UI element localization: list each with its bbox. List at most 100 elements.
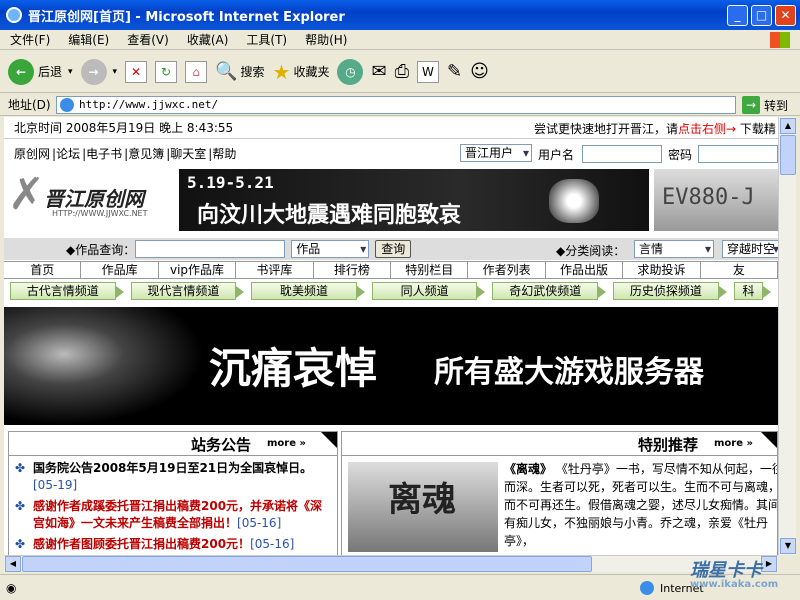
go-button[interactable]: 转到 — [764, 97, 788, 114]
horizontal-scrollbar[interactable]: ◀ ▶ — [4, 555, 778, 572]
channel-danmei[interactable]: 耽美频道 — [251, 282, 365, 300]
announcement-date: [05-16] — [237, 516, 282, 530]
print-icon[interactable]: ⎙ — [395, 61, 409, 82]
search-query-label: ◆作品查询： — [66, 242, 136, 257]
vertical-scrollbar[interactable]: ▲ ▼ — [778, 117, 796, 555]
search-icon: 🔍 — [215, 61, 238, 82]
more-label: more — [714, 438, 744, 449]
menu-bar: 文件(F) 编辑(E) 查看(V) 收藏(A) 工具(T) 帮助(H) — [0, 30, 800, 50]
download-link[interactable]: 下载精 — [740, 122, 776, 136]
link-original[interactable]: 原创网 — [14, 147, 50, 161]
link-forum[interactable]: 论坛 — [56, 147, 80, 161]
maximize-button[interactable]: □ — [751, 5, 772, 26]
back-dropdown-icon[interactable]: ▾ — [68, 67, 73, 77]
channel-ancient-romance[interactable]: 古代言情频道 — [10, 282, 124, 300]
nav-more[interactable]: 友 — [701, 262, 778, 278]
nav-publishing[interactable]: 作品出版 — [546, 262, 624, 278]
address-input[interactable]: http://www.jjwxc.net/ — [56, 96, 736, 114]
forward-dropdown-icon[interactable]: ▾ — [113, 67, 118, 77]
nav-special[interactable]: 特别栏目 — [391, 262, 469, 278]
classify-label: ◆分类阅读： — [556, 244, 626, 258]
nav-reviews[interactable]: 书评库 — [236, 262, 314, 278]
go-arrow-icon[interactable]: → — [742, 96, 760, 114]
messenger-icon[interactable]: ☺ — [470, 61, 489, 82]
page-ie-icon — [60, 98, 74, 112]
channel-modern-romance[interactable]: 现代言情频道 — [130, 282, 244, 300]
work-search-input[interactable] — [135, 240, 286, 258]
login-bar: 原创网|论坛|电子书|意见簿|聊天室|帮助 晋江用户 用户名 密码 — [4, 141, 778, 165]
logo-url: HTTP://WWW.JJWXC.NET — [52, 209, 148, 218]
menu-view[interactable]: 查看(V) — [127, 31, 169, 48]
search-label: 搜索 — [240, 65, 265, 79]
announcement-item[interactable]: 感谢作者成蹊委托晋江捐出稿费200元，并承诺将《深宫如海》一文未来产生稿费全部捐… — [15, 498, 333, 532]
search-bar: ◆作品查询： 作品 查询 ◆分类阅读： 言情 穿越时空 — [4, 238, 778, 260]
nav-home[interactable]: 首页 — [4, 262, 82, 278]
back-button[interactable]: ← 后退 ▾ — [8, 58, 73, 85]
menu-tools[interactable]: 工具(T) — [246, 31, 287, 48]
speed-tip-link[interactable]: 点击右侧→ — [678, 122, 736, 136]
watermark-site: www.ikaka.com — [690, 579, 779, 590]
nav-rankings[interactable]: 排行榜 — [314, 262, 392, 278]
forward-button[interactable]: → ▾ — [80, 58, 118, 85]
recommend-title: 特别推荐 — [638, 436, 699, 454]
corner-decoration — [761, 432, 777, 448]
announcement-item[interactable]: 感谢作者图顾委托晋江捐出稿费200元！[05-16] — [15, 536, 333, 553]
mourning-title: 沉痛哀悼 — [209, 344, 378, 393]
search-button[interactable]: 🔍 搜索 — [215, 61, 264, 82]
scroll-up-icon[interactable]: ▲ — [780, 118, 796, 134]
link-help[interactable]: 帮助 — [212, 147, 236, 161]
history-icon[interactable]: ◷ — [337, 58, 364, 85]
book-title-link[interactable]: 《离魂》 — [504, 462, 552, 476]
minimize-button[interactable]: _ — [727, 5, 748, 26]
horizontal-scroll-thumb[interactable] — [22, 556, 592, 572]
password-label: 密码 — [668, 148, 693, 162]
link-feedback[interactable]: 意见簿 — [128, 147, 164, 161]
menu-edit[interactable]: 编辑(E) — [68, 31, 109, 48]
channel-scifi[interactable]: 科 — [733, 282, 772, 300]
ad-banner[interactable]: EV880-J — [654, 169, 778, 231]
announcements-title: 站务公告 — [191, 436, 252, 454]
home-icon[interactable]: ⌂ — [185, 60, 208, 83]
channel-fanfic[interactable]: 同人频道 — [371, 282, 486, 300]
refresh-icon[interactable]: ↻ — [155, 60, 178, 83]
mail-icon[interactable]: ✉ — [371, 61, 386, 82]
close-button[interactable]: ✕ — [775, 5, 796, 26]
channel-fantasy-wuxia[interactable]: 奇幻武侠频道 — [492, 282, 606, 300]
channel-history-detective[interactable]: 历史侦探频道 — [613, 282, 727, 300]
favorites-button[interactable]: ★ 收藏夹 — [273, 60, 330, 84]
search-type-select[interactable]: 作品 — [291, 240, 370, 258]
recommend-panel: 特别推荐 more » 离魂 《离魂》 《牡丹亭》一书，写尽情不知从何起，一往而… — [341, 431, 778, 555]
nav-library[interactable]: 作品库 — [81, 262, 159, 278]
header: ✗ 晋江原创网 HTTP://WWW.JJWXC.NET 5.19-5.21 向… — [4, 167, 778, 237]
search-submit-button[interactable]: 查询 — [375, 240, 412, 258]
announcements-more-link[interactable]: more » — [267, 438, 306, 449]
menu-favorites[interactable]: 收藏(A) — [187, 31, 229, 48]
site-logo[interactable]: ✗ 晋江原创网 HTTP://WWW.JJWXC.NET — [4, 169, 174, 233]
username-input[interactable] — [582, 145, 662, 163]
menu-file[interactable]: 文件(F) — [10, 31, 50, 48]
nav-vip-library[interactable]: vip作品库 — [159, 262, 237, 278]
announcement-item[interactable]: 国务院公告2008年5月19日至21日为全国哀悼日。 [05-19] — [15, 460, 333, 494]
user-type-select[interactable]: 晋江用户 — [460, 144, 532, 162]
scroll-left-icon[interactable]: ◀ — [5, 556, 21, 572]
link-ebook[interactable]: 电子书 — [86, 147, 122, 161]
genre-select[interactable]: 言情 — [634, 240, 714, 258]
recommend-more-link[interactable]: more » — [714, 438, 753, 449]
nav-complaints[interactable]: 求助投诉 — [623, 262, 701, 278]
favorites-label: 收藏夹 — [293, 65, 330, 79]
windows-logo-icon — [770, 32, 790, 48]
vertical-scroll-thumb[interactable] — [780, 135, 796, 175]
menu-help[interactable]: 帮助(H) — [305, 31, 347, 48]
password-input[interactable] — [698, 145, 778, 163]
announcements-panel: 站务公告 more » 国务院公告2008年5月19日至21日为全国哀悼日。 [0… — [8, 431, 338, 555]
scroll-down-icon[interactable]: ▼ — [780, 538, 796, 554]
mourning-subtitle: 所有盛大游戏服务器 — [434, 355, 704, 390]
stop-icon[interactable]: ✕ — [125, 60, 148, 83]
subgenre-select[interactable]: 穿越时空 — [722, 240, 778, 258]
nav-authors[interactable]: 作者列表 — [468, 262, 546, 278]
book-cover-image[interactable]: 离魂 — [348, 462, 498, 552]
word-edit-icon[interactable]: W — [416, 60, 439, 83]
link-chat[interactable]: 聊天室 — [170, 147, 206, 161]
top-info-bar: 北京时间 2008年5月19日 晚上 8:43:55 尝试更快速地打开晋江，请点… — [4, 117, 778, 139]
discuss-icon[interactable]: ✎ — [447, 61, 462, 82]
